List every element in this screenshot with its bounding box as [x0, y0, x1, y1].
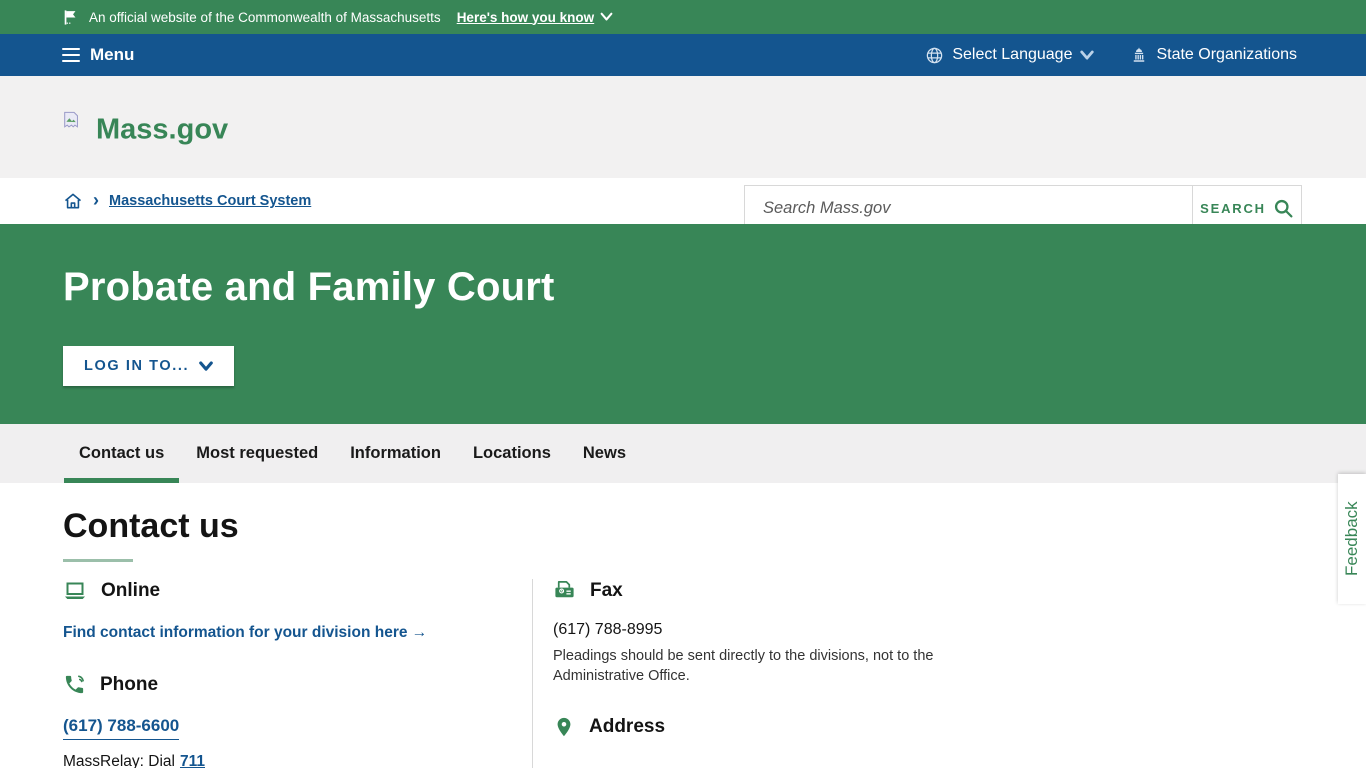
state-organizations-label: State Organizations [1156, 46, 1297, 64]
chevron-down-icon [199, 361, 213, 372]
chevron-down-icon [600, 12, 613, 22]
tab-information[interactable]: Information [335, 424, 456, 483]
arrow-right-icon: → [412, 624, 428, 641]
fax-number: (617) 788-8995 [553, 621, 1013, 639]
breadcrumb-link-court-system[interactable]: Massachusetts Court System [109, 193, 311, 209]
section-tab-bar: Contact us Most requested Information Lo… [0, 424, 1366, 483]
breadcrumb-separator: › [93, 190, 99, 211]
fax-icon [553, 579, 576, 602]
phone-section: Phone (617) 788-6600 MassRelay: Dial711 [63, 673, 532, 768]
capitol-icon [1130, 46, 1148, 64]
phone-heading: Phone [100, 674, 158, 696]
tab-most-requested[interactable]: Most requested [181, 424, 333, 483]
feedback-tab[interactable]: Feedback [1338, 474, 1366, 604]
official-site-text: An official website of the Commonwealth … [89, 10, 441, 25]
state-organizations-link[interactable]: State Organizations [1130, 46, 1297, 64]
broken-image-icon [63, 112, 80, 129]
menu-button[interactable]: Menu [62, 45, 134, 65]
site-header: Mass.gov SEARCH [0, 76, 1366, 178]
address-heading: Address [589, 716, 665, 738]
language-selector[interactable]: Select Language [925, 46, 1094, 65]
laptop-icon [63, 579, 87, 603]
ma-flag-icon [62, 9, 79, 26]
section-title: Contact us [63, 507, 1366, 546]
fax-note: Pleadings should be sent directly to the… [553, 646, 943, 686]
chevron-down-icon [1080, 50, 1094, 61]
massrelay-text: MassRelay: Dial711 [63, 753, 532, 768]
address-section: Address [553, 716, 1013, 738]
tab-locations[interactable]: Locations [458, 424, 566, 483]
page-title: Probate and Family Court [63, 224, 1366, 310]
division-contact-link[interactable]: Find contact information for your divisi… [63, 624, 427, 642]
logo-text: Mass.gov [96, 114, 228, 147]
official-banner: An official website of the Commonwealth … [0, 0, 1366, 34]
language-selector-label: Select Language [952, 46, 1072, 64]
phone-icon [63, 673, 86, 696]
home-link[interactable] [63, 191, 83, 211]
contact-us-section: Contact us Online Find contact informati… [0, 483, 1366, 768]
fax-section: Fax (617) 788-8995 Pleadings should be s… [553, 579, 1013, 686]
online-heading: Online [101, 580, 160, 602]
heres-how-you-know-link[interactable]: Here's how you know [457, 10, 614, 25]
tab-contact-us[interactable]: Contact us [64, 424, 179, 483]
online-section: Online Find contact information for your… [63, 579, 532, 642]
fax-heading: Fax [590, 580, 623, 602]
hero-banner: Probate and Family Court LOG IN TO... Fe… [0, 224, 1366, 424]
log-in-to-dropdown-button[interactable]: LOG IN TO... [63, 346, 234, 386]
globe-icon [925, 46, 944, 65]
phone-number-link[interactable]: (617) 788-6600 [63, 716, 179, 740]
menu-label: Menu [90, 45, 134, 65]
logo-link[interactable]: Mass.gov [63, 108, 228, 147]
main-nav: Menu Select Language State Organizations [0, 34, 1366, 76]
location-pin-icon [553, 716, 575, 738]
massrelay-711-link[interactable]: 711 [180, 753, 205, 768]
contact-column-right: Fax (617) 788-8995 Pleadings should be s… [533, 579, 1013, 768]
title-underline [63, 559, 133, 562]
contact-column-left: Online Find contact information for your… [63, 579, 533, 768]
search-icon [1273, 198, 1294, 219]
hamburger-icon [62, 48, 80, 63]
tab-news[interactable]: News [568, 424, 641, 483]
